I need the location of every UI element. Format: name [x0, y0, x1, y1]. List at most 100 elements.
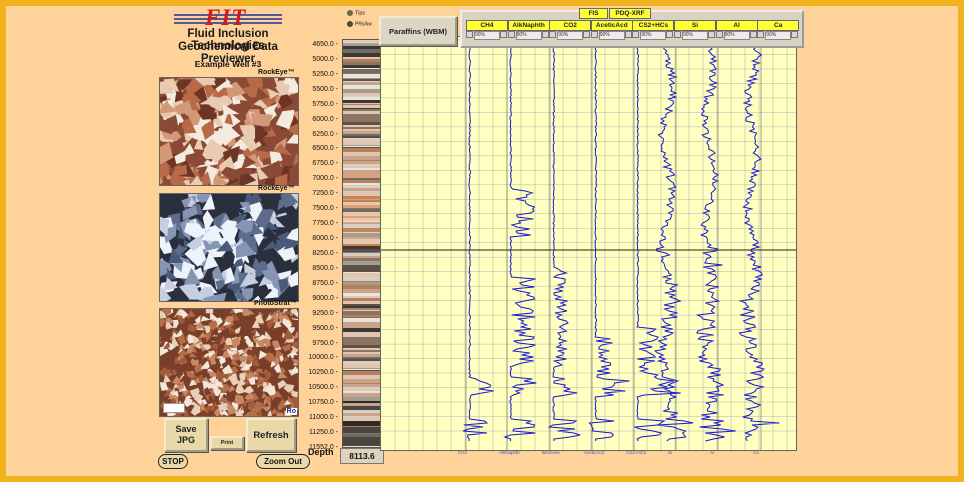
track-footer-label: Al — [710, 450, 715, 455]
lithology-band — [343, 369, 381, 370]
legend-tips-label: Tips — [355, 10, 366, 17]
tab-fis-label: FIS — [588, 10, 599, 17]
scale-right-arrow-icon[interactable] — [583, 31, 591, 38]
depth-readout-value: 8113.6 — [349, 451, 375, 461]
tab-pdq-xrf[interactable]: PDQ-XRF — [609, 8, 651, 19]
lithology-band — [343, 100, 381, 103]
scale-left-arrow-icon[interactable] — [715, 31, 723, 38]
lithology-band — [343, 285, 381, 289]
depth-tick-label: 6500.0 - — [312, 145, 338, 153]
scale-left-arrow-icon[interactable] — [674, 31, 681, 38]
track-scale-control[interactable]: 90% — [598, 31, 625, 40]
lithology-band — [343, 65, 381, 68]
zoom-out-button[interactable]: Zoom Out — [256, 454, 310, 469]
depth-tick-label: 5750.0 - — [312, 100, 338, 108]
lithology-band — [343, 384, 381, 387]
lithology-band — [343, 322, 381, 326]
track-scale-control[interactable]: 90% — [474, 31, 500, 40]
track-scale-control[interactable]: 90% — [515, 31, 542, 40]
lithology-band — [343, 212, 381, 216]
app-window: FIT Fluid Inclusion Technologies Geochem… — [6, 6, 958, 476]
log-plot-area[interactable] — [380, 36, 797, 451]
depth-axis: 4650.0 - 5000.0 - 5250.0 - 5500.0 - 5750.0 -… — [288, 38, 338, 453]
scale-left-arrow-icon[interactable] — [549, 31, 557, 38]
scale-left-arrow-icon[interactable] — [632, 31, 640, 38]
track-footer-label: Benzene — [542, 450, 560, 455]
track-scale-control[interactable]: 90% — [765, 31, 792, 40]
depth-tick-label: 7750.0 - — [312, 220, 338, 228]
lithology-band — [343, 249, 381, 252]
lithology-band — [343, 104, 381, 105]
lithology-band — [343, 136, 381, 138]
track-scale-control[interactable]: 90% — [682, 31, 708, 40]
scale-right-arrow-icon[interactable] — [749, 31, 757, 38]
track-header-alknaphth[interactable]: AlkNaphth — [507, 20, 550, 31]
lithology-band — [343, 188, 381, 191]
scale-left-arrow-icon[interactable] — [466, 31, 473, 38]
depth-tick-label: 9000.0 - — [312, 294, 338, 302]
lithology-band — [343, 97, 381, 100]
lithology-band — [343, 78, 381, 79]
photostrat-image[interactable]: Ro — [156, 304, 302, 423]
save-jpg-button[interactable]: Save JPG — [164, 418, 208, 452]
rockeye-image-1[interactable] — [151, 66, 310, 195]
lithology-band — [343, 397, 381, 401]
rock-cuttings-photo — [147, 183, 307, 312]
print-button[interactable]: Print — [210, 436, 244, 450]
lithology-band — [343, 350, 381, 352]
lithology-band — [343, 237, 381, 239]
lithology-band — [343, 127, 381, 129]
paraffins-button[interactable]: Paraffins (WBM) — [379, 16, 457, 46]
lithology-band — [343, 354, 381, 357]
track-header-ca[interactable]: Ca — [757, 20, 800, 31]
lithology-band — [343, 89, 381, 93]
scale-right-arrow-icon[interactable] — [624, 31, 632, 38]
lithology-band — [343, 401, 381, 403]
scale-left-arrow-icon[interactable] — [757, 31, 765, 38]
lithology-band — [343, 389, 381, 391]
log-curve-ca — [738, 38, 780, 442]
scale-right-arrow-icon[interactable] — [666, 31, 674, 38]
lithology-band — [343, 410, 381, 413]
photo-scale-label — [163, 403, 185, 413]
depth-tick-label: 7500.0 - — [312, 205, 338, 213]
scale-right-arrow-icon[interactable] — [500, 31, 507, 38]
track-scale-control[interactable]: 90% — [557, 31, 584, 40]
track-header-co2[interactable]: CO2 — [549, 20, 592, 31]
depth-tick-label: 8500.0 - — [312, 264, 338, 272]
lithology-band — [343, 433, 381, 434]
track-header-ch4[interactable]: CH4 — [466, 20, 508, 31]
lithology-band — [343, 111, 381, 114]
track-header-aceticacd[interactable]: AceticAcd — [590, 20, 633, 31]
lithology-band — [343, 62, 381, 65]
scale-left-arrow-icon[interactable] — [590, 31, 598, 38]
scale-right-arrow-icon[interactable] — [708, 31, 715, 38]
lithology-band — [343, 93, 381, 96]
lithology-band — [343, 426, 381, 427]
lithology-band — [343, 421, 381, 424]
lithology-band — [343, 232, 381, 233]
track-header-cs2-hcs[interactable]: CS2+HCs — [632, 20, 675, 31]
rockeye-image-2[interactable] — [147, 183, 307, 312]
depth-tick-label: 10000.0 - — [308, 354, 338, 362]
depth-tick-label: 6750.0 - — [312, 160, 338, 168]
scale-left-arrow-icon[interactable] — [507, 31, 515, 38]
lithology-band — [343, 216, 381, 218]
stop-button[interactable]: STOP — [158, 454, 188, 469]
lithology-band — [343, 306, 381, 308]
tab-fis[interactable]: FIS — [579, 8, 608, 19]
zoom-out-label: Zoom Out — [264, 457, 302, 466]
lithology-band — [343, 57, 381, 59]
track-header-al[interactable]: Al — [715, 20, 758, 31]
track-scale-control[interactable]: 90% — [640, 31, 667, 40]
lithology-band — [343, 308, 381, 310]
scale-right-arrow-icon[interactable] — [541, 31, 549, 38]
track-scale-control[interactable]: 90% — [723, 31, 750, 40]
lithology-band — [343, 180, 381, 183]
track-header-si[interactable]: Si — [674, 20, 716, 31]
depth-tick-label: 10250.0 - — [308, 369, 338, 377]
scale-right-arrow-icon[interactable] — [791, 31, 799, 38]
lithology-band — [343, 416, 381, 417]
lithology-band — [343, 328, 381, 332]
lithology-band — [343, 218, 381, 221]
